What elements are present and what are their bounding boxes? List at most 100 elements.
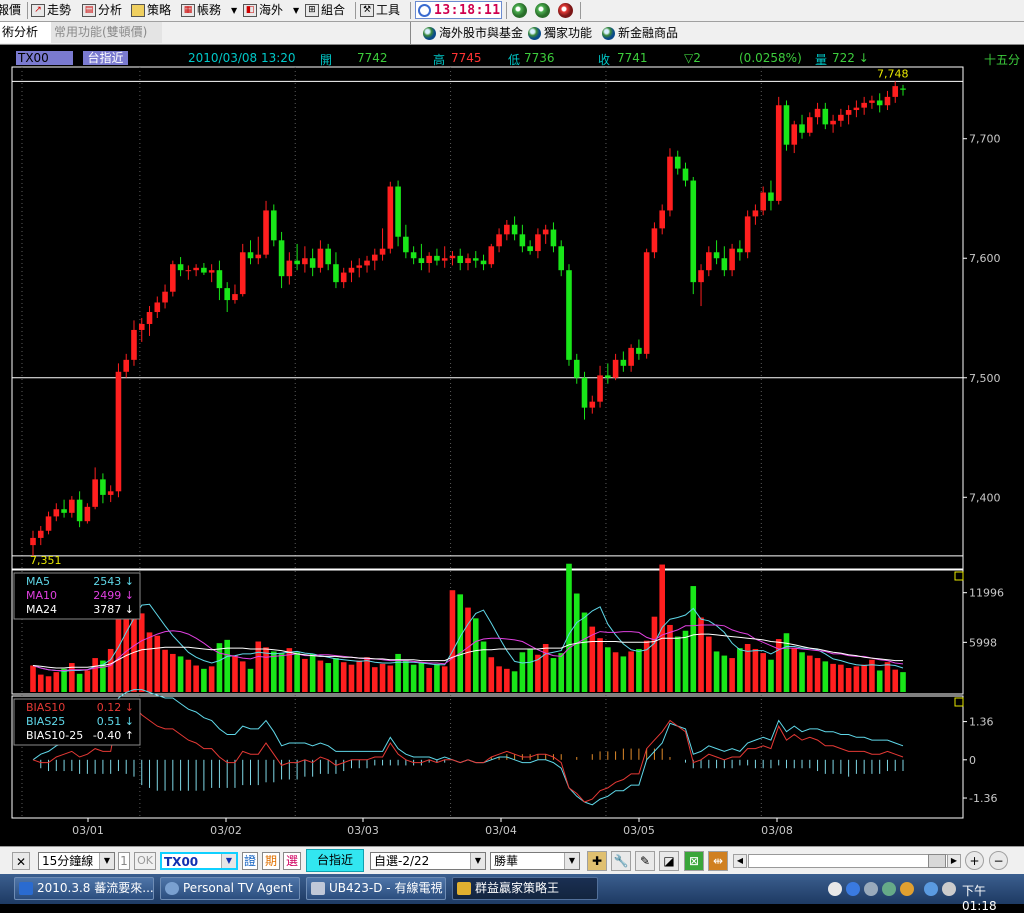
- candle-body: [806, 117, 813, 133]
- stock-button[interactable]: 證: [242, 852, 258, 870]
- tray-icon[interactable]: [882, 882, 896, 896]
- export-button[interactable]: ⊠: [684, 851, 704, 871]
- volume-bar: [760, 653, 766, 692]
- toolbar-trend-button[interactable]: ↗ 走勢: [31, 2, 71, 19]
- candle-body: [566, 270, 572, 360]
- taskbar-item-tv-agent[interactable]: Personal TV Agent: [160, 877, 300, 900]
- scroll-left-button[interactable]: ◀: [733, 854, 747, 868]
- volume-bar: [605, 647, 611, 692]
- candle-body: [752, 210, 759, 217]
- symbol-input[interactable]: TX00 ▼: [160, 852, 238, 870]
- volume-bar: [651, 616, 658, 692]
- x-tick-label: 03/08: [761, 824, 793, 837]
- crosshair-tool-button[interactable]: ✚: [587, 851, 607, 871]
- eraser-tool-button[interactable]: ◪: [659, 851, 679, 871]
- candle-body: [348, 267, 355, 273]
- taskbar-item-article[interactable]: 2010.3.8 蕃流要來...: [14, 877, 154, 900]
- candle-body: [317, 248, 324, 268]
- price-pane: [12, 80, 963, 557]
- volume-bar: [822, 661, 829, 692]
- connect-status-icon[interactable]: [535, 3, 550, 18]
- toolbar-separator: [506, 2, 507, 19]
- monitor-icon[interactable]: [924, 882, 938, 896]
- close-chart-button[interactable]: ✕: [12, 852, 30, 870]
- count-input[interactable]: 1: [118, 852, 130, 870]
- interval-select[interactable]: 15分鐘線 ▼: [38, 852, 115, 870]
- keyboard-icon[interactable]: [828, 882, 842, 896]
- toolbar-portfolio-label: 組合: [321, 3, 346, 17]
- x-tick-label: 03/01: [72, 824, 104, 837]
- candle-body: [674, 156, 681, 169]
- toolbar-portfolio-button[interactable]: ⊞ 組合: [305, 2, 345, 19]
- close-value: 7741: [617, 51, 648, 65]
- candle-body: [480, 260, 487, 265]
- toolbar-overseas-button[interactable]: ◧ 海外 ▼: [243, 2, 299, 19]
- volume-bar: [185, 659, 192, 692]
- volume-bar: [37, 674, 44, 692]
- toolbar-strategy-button[interactable]: 策略: [131, 2, 171, 19]
- link-new-financial-products[interactable]: 新金融商品: [602, 24, 678, 42]
- volume-bar: [356, 660, 363, 692]
- toolbar-account-button[interactable]: ▦ 帳務 ▼: [181, 2, 237, 19]
- broker-select[interactable]: 勝華 ▼: [490, 852, 580, 870]
- candle-body: [441, 258, 448, 261]
- taskbar-item-strategy-king[interactable]: 群益贏家策略王: [452, 877, 598, 900]
- candle-body: [876, 100, 883, 106]
- chart-scrollbar-thumb[interactable]: [928, 854, 946, 868]
- candle-body: [620, 359, 627, 366]
- watchlist-select[interactable]: 自選-2/22 ▼: [370, 852, 486, 870]
- clock-icon: [418, 3, 431, 17]
- options-button[interactable]: 選: [283, 852, 301, 870]
- link-label: 獨家功能: [544, 26, 593, 40]
- volume-bar: [30, 665, 36, 692]
- candle-body: [822, 108, 829, 125]
- tab-common-functions[interactable]: 常用功能(雙頓價): [51, 22, 162, 43]
- toolbar-analysis-button[interactable]: ▤ 分析: [82, 2, 122, 19]
- bias-legend-name: BIAS25: [26, 715, 65, 728]
- volume-bar: [775, 639, 782, 692]
- link-overseas-stocks-funds[interactable]: 海外股市與基金: [423, 24, 523, 42]
- candle-body: [511, 224, 518, 235]
- connect-status-icon[interactable]: [512, 3, 527, 18]
- volume-bar: [884, 662, 891, 692]
- network-icon[interactable]: [864, 882, 878, 896]
- toolbar-quote-button[interactable]: 報價: [0, 2, 21, 19]
- tab-technical-analysis[interactable]: 術分析: [0, 22, 52, 43]
- volume-bar: [92, 658, 98, 692]
- candle-body: [535, 234, 541, 252]
- help-icon[interactable]: [846, 882, 860, 896]
- chevron-down-icon: ▼: [293, 6, 300, 15]
- link-exclusive-features[interactable]: 獨家功能: [528, 24, 592, 42]
- symbol-label: TX00: [16, 51, 73, 65]
- candle-body: [558, 246, 565, 271]
- zoom-out-button[interactable]: −: [989, 851, 1008, 870]
- ok-button[interactable]: OK: [134, 852, 156, 870]
- quote-header: 2010/03/08 13:20 開 7742 高 7745 低 7736 收 …: [0, 50, 1024, 67]
- candle-body: [340, 272, 347, 283]
- candle-body: [371, 254, 378, 261]
- tray-icon[interactable]: [900, 882, 914, 896]
- index-tab-button[interactable]: 台指近: [306, 849, 364, 872]
- scroll-mode-button[interactable]: ⇹: [708, 851, 728, 871]
- candle-body: [216, 270, 223, 289]
- toolbar-tools-button[interactable]: ⚒ 工具: [360, 2, 400, 19]
- volume-bar: [441, 666, 448, 692]
- volume-bar: [325, 663, 331, 692]
- bias-legend-name: BIAS10: [26, 701, 65, 714]
- volume-bar: [480, 641, 487, 692]
- chart-scrollbar-track[interactable]: [748, 854, 948, 868]
- futures-button[interactable]: 期: [262, 852, 280, 870]
- volume-bar: [628, 651, 634, 692]
- zoom-in-button[interactable]: +: [965, 851, 984, 870]
- chart-area[interactable]: MA5 2543 ↓ MA10 2499 ↓ MA24 3787 ↓ BIAS10 0.12…: [0, 66, 1024, 844]
- candle-body: [706, 252, 712, 271]
- disconnect-icon[interactable]: [558, 3, 573, 18]
- volume-bar: [317, 660, 324, 692]
- draw-tool-button[interactable]: ✎: [635, 851, 655, 871]
- volume-icon[interactable]: [942, 882, 956, 896]
- candle-body: [845, 110, 852, 115]
- taskbar-item-cable-tv[interactable]: UB423-D - 有線電視: [306, 877, 446, 900]
- scroll-right-button[interactable]: ▶: [947, 854, 961, 868]
- candle-body: [643, 252, 650, 354]
- settings-tool-button[interactable]: 🔧: [611, 851, 631, 871]
